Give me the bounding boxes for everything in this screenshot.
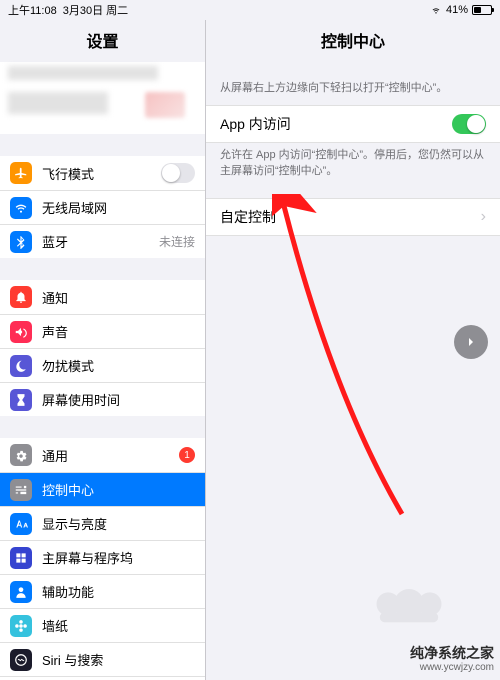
sidebar-item-wifi[interactable]: 无线局域网 (0, 190, 205, 224)
status-bar: 上午11:08 3月30日 周二 41% (0, 0, 500, 20)
sidebar-item-label: 通知 (42, 288, 195, 307)
sidebar-title: 设置 (0, 20, 205, 62)
sidebar-item-label: 显示与亮度 (42, 514, 195, 533)
bluetooth-icon (10, 231, 32, 253)
sidebar-item-label: Siri 与搜索 (42, 650, 195, 669)
sidebar-item-controlcenter[interactable]: 控制中心 (0, 472, 205, 506)
sidebar-item-label: 墙纸 (42, 616, 195, 635)
aa-icon (10, 513, 32, 535)
settings-sidebar: 设置 飞行模式无线局域网蓝牙未连接通知声音勿扰模式屏幕使用时间通用1控制中心显示… (0, 20, 205, 680)
badge: 1 (179, 447, 195, 463)
sidebar-item-airplane[interactable]: 飞行模式 (0, 156, 205, 190)
sidebar-item-general[interactable]: 通用1 (0, 438, 205, 472)
sidebar-item-sounds[interactable]: 声音 (0, 314, 205, 348)
sidebar-item-label: 蓝牙 (42, 232, 159, 251)
row-app-access-label: App 内访问 (220, 114, 452, 134)
sidebar-item-label: 屏幕使用时间 (42, 390, 195, 409)
wifi-icon (430, 6, 442, 15)
flower-icon (10, 615, 32, 637)
airplane-icon (10, 162, 32, 184)
toggle-app-access[interactable] (452, 114, 486, 134)
watermark-text: 纯净系统之家 www.ycwjzy.com (410, 645, 494, 674)
sidebar-item-detail: 未连接 (159, 233, 195, 250)
hourglass-icon (10, 389, 32, 411)
row-app-access[interactable]: App 内访问 (206, 105, 500, 143)
siri-icon (10, 649, 32, 671)
wifi-icon (10, 197, 32, 219)
sidebar-item-display[interactable]: 显示与亮度 (0, 506, 205, 540)
gear-icon (10, 444, 32, 466)
sidebar-item-label: 主屏幕与程序坞 (42, 548, 195, 567)
detail-pane: 控制中心 从屏幕右上方边缘向下轻扫以打开“控制中心”。 App 内访问 允许在 … (205, 20, 500, 680)
chevron-right-icon: › (481, 208, 486, 226)
battery-pct: 41% (446, 4, 468, 16)
row-customize-label: 自定控制 (220, 207, 481, 227)
sidebar-item-label: 声音 (42, 322, 195, 341)
detail-title: 控制中心 (206, 20, 500, 62)
status-time: 上午11:08 (8, 2, 57, 18)
moon-icon (10, 355, 32, 377)
sidebar-item-notifications[interactable]: 通知 (0, 280, 205, 314)
sidebar-item-bluetooth[interactable]: 蓝牙未连接 (0, 224, 205, 258)
sidebar-item-label: 通用 (42, 446, 179, 465)
sidebar-item-label: 无线局域网 (42, 198, 195, 217)
row-customize-controls[interactable]: 自定控制 › (206, 198, 500, 236)
sidebar-item-homescreen[interactable]: 主屏幕与程序坞 (0, 540, 205, 574)
sidebar-item-touchid[interactable]: 触控 ID 与密码 (0, 676, 205, 680)
speaker-icon (10, 321, 32, 343)
hint-swipe: 从屏幕右上方边缘向下轻扫以打开“控制中心”。 (206, 62, 500, 105)
sidebar-item-dnd[interactable]: 勿扰模式 (0, 348, 205, 382)
profile-header[interactable] (0, 62, 205, 134)
sidebar-item-label: 控制中心 (42, 480, 195, 499)
sidebar-item-screentime[interactable]: 屏幕使用时间 (0, 382, 205, 416)
sidebar-item-siri[interactable]: Siri 与搜索 (0, 642, 205, 676)
sidebar-item-label: 辅助功能 (42, 582, 195, 601)
toggle-airplane[interactable] (161, 163, 195, 183)
bell-icon (10, 286, 32, 308)
sidebar-item-label: 飞行模式 (42, 164, 161, 183)
status-date: 3月30日 周二 (63, 2, 128, 18)
person-icon (10, 581, 32, 603)
grid-icon (10, 547, 32, 569)
sliders-icon (10, 479, 32, 501)
battery-icon (472, 5, 492, 15)
hint-app-access: 允许在 App 内访问“控制中心”。停用后，您仍然可以从主屏幕访问“控制中心”。 (206, 143, 500, 188)
sidebar-item-wallpaper[interactable]: 墙纸 (0, 608, 205, 642)
sidebar-item-accessibility[interactable]: 辅助功能 (0, 574, 205, 608)
next-round-button[interactable] (454, 325, 488, 359)
watermark-logo-icon (364, 579, 454, 634)
sidebar-item-label: 勿扰模式 (42, 356, 195, 375)
